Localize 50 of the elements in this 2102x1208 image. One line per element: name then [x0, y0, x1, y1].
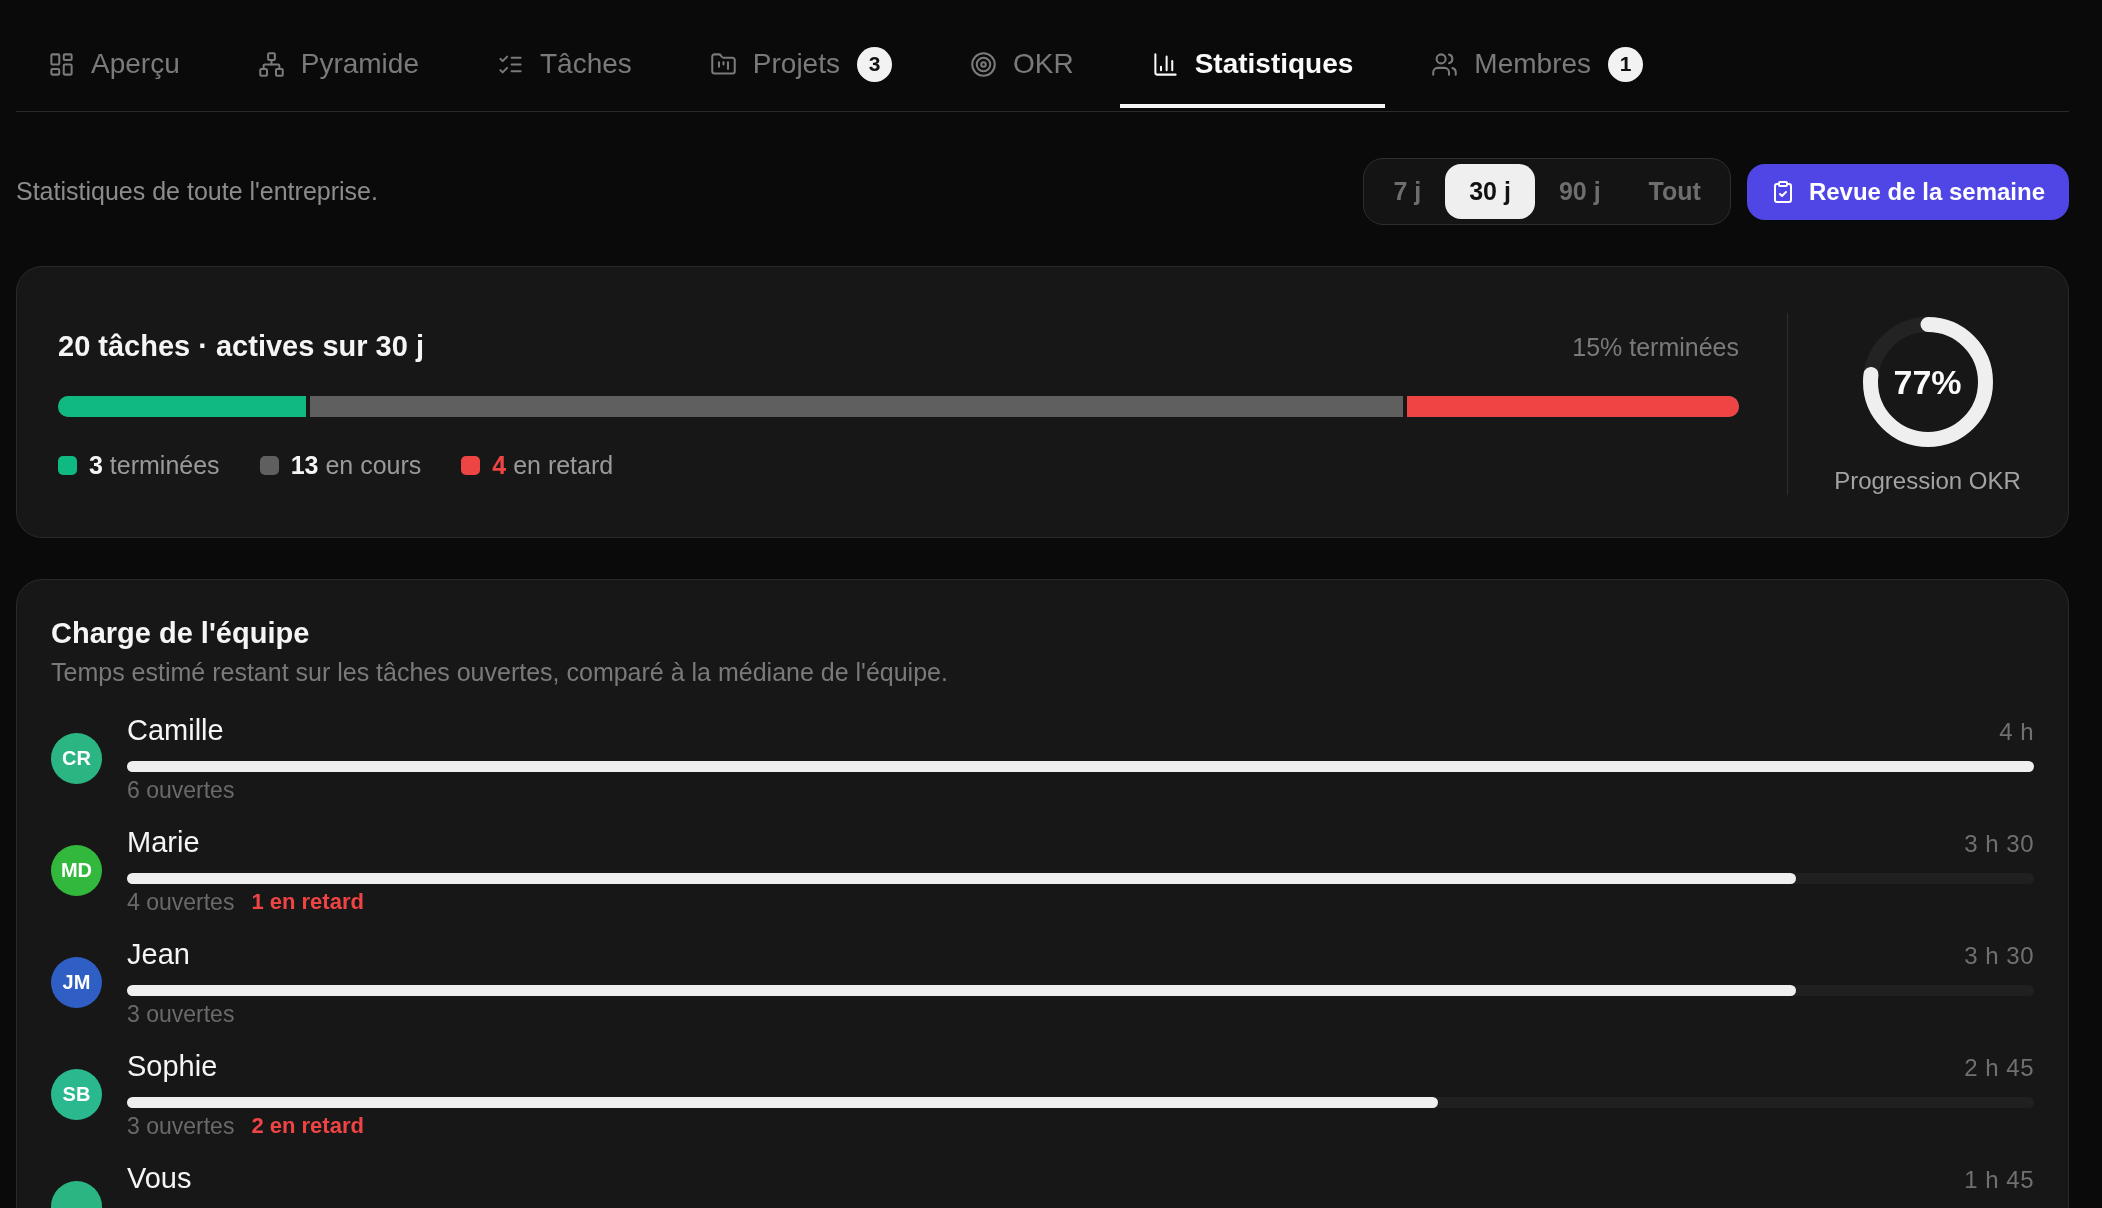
count-badge: 3 [856, 46, 892, 82]
nav-tab[interactable]: Projets 3 [677, 24, 924, 108]
bar-chart-icon [1151, 50, 1179, 78]
nav-tab[interactable]: OKR [937, 24, 1106, 108]
member-name: Camille [127, 713, 224, 747]
remaining-time: 1 h 45 [1964, 1165, 2034, 1195]
dashboard-icon [48, 50, 75, 78]
range-option[interactable]: Tout [1624, 164, 1725, 219]
member-avatar: SB [51, 1069, 102, 1120]
summary-title: 20 tâches · actives sur 30 j [58, 328, 424, 363]
hierarchy-icon [257, 50, 285, 78]
count-badge: 1 [1608, 46, 1644, 82]
open-tasks-count: 6 ouvertes [127, 777, 235, 803]
users-icon [1431, 50, 1459, 78]
member-name: Marie [127, 825, 200, 859]
folder-icon [709, 50, 737, 78]
member-avatar: CR [51, 733, 102, 784]
legend-label: 13 en cours [290, 450, 422, 480]
range-option[interactable]: 90 j [1534, 164, 1625, 219]
remaining-time: 2 h 45 [1964, 1053, 2034, 1083]
nav-tab[interactable]: Tâches [465, 24, 664, 108]
member-avatar: JM [51, 957, 102, 1008]
range-option[interactable]: 7 j [1369, 164, 1446, 219]
okr-label: Progression OKR [1834, 467, 2021, 495]
late-tasks-count: 2 en retard [251, 1113, 364, 1139]
remaining-time: 4 h [1999, 717, 2034, 747]
member-avatar: MD [51, 845, 102, 896]
open-tasks-count: 3 ouvertes [127, 1113, 235, 1139]
completion-rate: 15% terminées [1572, 332, 1739, 362]
nav-tab[interactable]: Statistiques [1119, 24, 1386, 108]
legend-label: 4 en retard [492, 450, 614, 480]
review-button[interactable]: Revue de la semaine [1746, 163, 2069, 220]
member-name: Sophie [127, 1049, 218, 1083]
nav-tab[interactable]: Aperçu [16, 24, 212, 108]
remaining-time: 3 h 30 [1964, 829, 2034, 859]
okr-percent: 77% [1893, 362, 1962, 402]
nav-tab[interactable]: Pyramide [225, 24, 451, 108]
nav-tab[interactable]: Membres 1 [1399, 24, 1676, 108]
legend-label: 3 terminées [89, 450, 220, 480]
remaining-time: 3 h 30 [1964, 941, 2034, 971]
open-tasks-count: 3 ouvertes [127, 1001, 235, 1027]
member-name: Vous [127, 1161, 192, 1195]
workload-title: Charge de l'équipe [51, 616, 311, 650]
range-option[interactable]: 30 j [1445, 164, 1535, 219]
workload-subtitle: Temps estimé restant sur les tâches ouvertes, comparé à la médiane de l'équipe. [51, 657, 949, 687]
open-tasks-count: 4 ouvertes [127, 889, 235, 915]
scope-description: Statistiques de toute l'entreprise. [16, 177, 378, 206]
member-name: Jean [127, 937, 190, 971]
target-icon [969, 50, 997, 78]
late-tasks-count: 1 en retard [251, 889, 364, 915]
